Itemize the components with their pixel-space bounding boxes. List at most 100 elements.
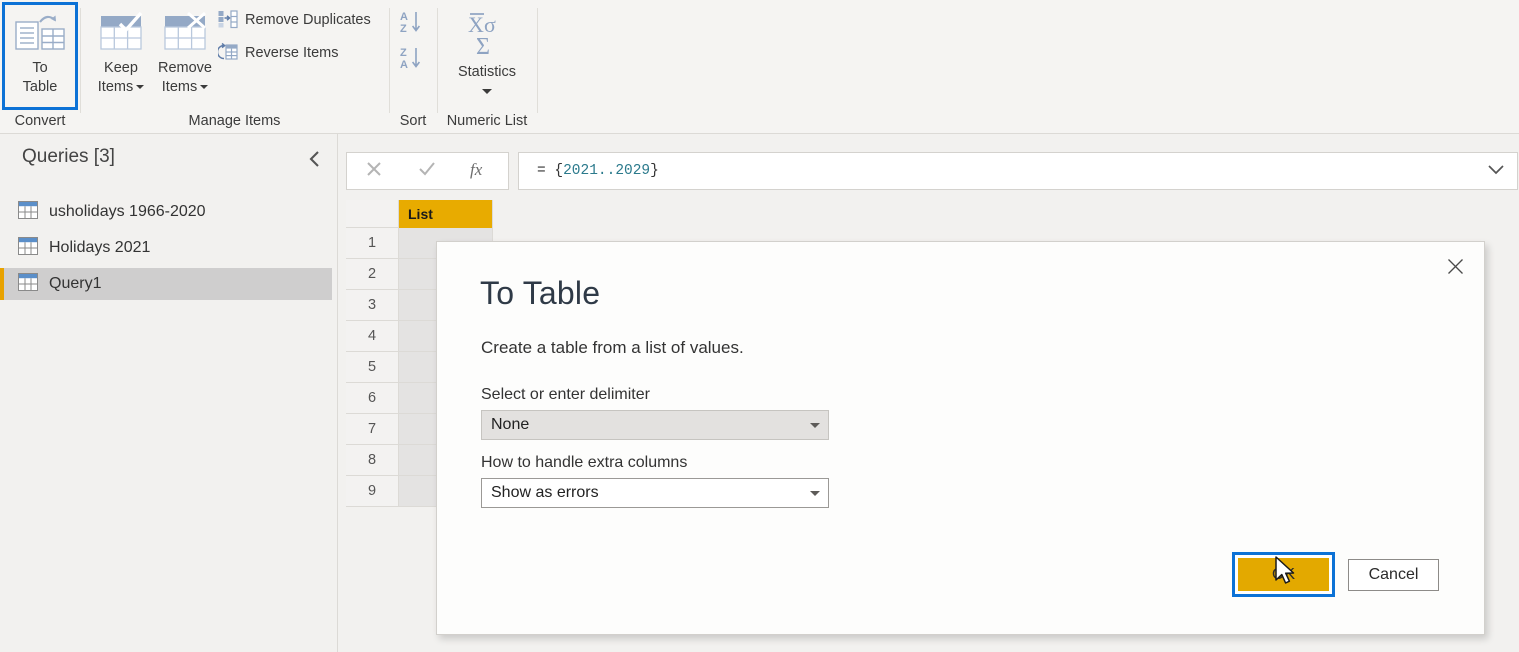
sort-descending-button[interactable]: Z A (395, 41, 431, 77)
keep-items-label-line2: Items (97, 79, 134, 95)
delimiter-label: Select or enter delimiter (481, 386, 650, 403)
row-number: 8 (346, 445, 399, 476)
collapse-panel-button[interactable] (302, 148, 328, 174)
ribbon-group-manage-items: Keep Items Remove Items Remove Duplicate… (80, 0, 389, 133)
row-number: 5 (346, 352, 399, 383)
extra-columns-select[interactable]: Show as errors (481, 478, 829, 508)
statistics-button[interactable]: X σ Σ Statistics (447, 4, 527, 108)
row-number: 7 (346, 414, 399, 445)
formula-bar-buttons: fx (346, 152, 509, 190)
dialog-subtitle: Create a table from a list of values. (481, 338, 744, 357)
to-table-button[interactable]: To Table (2, 2, 78, 110)
table-icon (18, 236, 38, 260)
remove-duplicates-button[interactable]: Remove Duplicates (214, 6, 375, 34)
chevron-down-icon (482, 89, 492, 94)
sidebar-item-query1[interactable]: Query1 (0, 268, 332, 300)
remove-duplicates-label: Remove Duplicates (245, 12, 371, 28)
to-table-icon (14, 12, 66, 57)
svg-text:A: A (400, 11, 408, 23)
extra-columns-label: How to handle extra columns (481, 454, 688, 471)
row-number: 9 (346, 476, 399, 507)
formula-expression: = {2021..2029} (537, 163, 659, 179)
chevron-down-icon (802, 479, 828, 507)
fx-icon: fx (469, 158, 493, 185)
grid-corner-cell (346, 200, 399, 228)
row-number: 1 (346, 228, 399, 259)
remove-items-label-line1: Remove (158, 60, 212, 76)
ribbon-group-numeric-list: X σ Σ Statistics Numeric List (437, 0, 537, 133)
chevron-down-icon (1487, 162, 1505, 181)
dialog-title: To Table (480, 275, 601, 311)
grid-header-row: List (346, 200, 493, 228)
ribbon-group-sort: A Z Z A Sort (389, 0, 437, 133)
reverse-items-label: Reverse Items (245, 45, 339, 61)
chevron-down-icon (200, 85, 209, 89)
ribbon-group-label-convert: Convert (14, 113, 66, 129)
ribbon-separator (80, 8, 81, 113)
sort-ascending-a-to-z-icon: A Z (398, 8, 428, 39)
remove-items-button[interactable]: Remove Items (152, 4, 218, 108)
formula-accept-button[interactable] (405, 153, 449, 189)
sidebar-item-label: Query1 (49, 275, 102, 292)
keep-items-icon (98, 11, 144, 57)
reverse-items-button[interactable]: Reverse Items (214, 39, 342, 67)
svg-text:Z: Z (400, 23, 407, 35)
ribbon-separator (537, 8, 538, 113)
statistics-label: Statistics (457, 64, 516, 80)
remove-items-label-line2: Items (161, 79, 198, 95)
extra-columns-selected-value: Show as errors (491, 484, 599, 501)
row-number: 2 (346, 259, 399, 290)
sidebar-item-usholidays-1966-2020[interactable]: usholidays 1966-2020 (0, 196, 332, 228)
grid-column-header-list[interactable]: List (399, 200, 493, 228)
cancel-x-icon (364, 159, 384, 184)
formula-range: 2021..2029 (563, 163, 651, 179)
formula-expand-button[interactable] (1479, 153, 1513, 189)
ribbon-group-label-manage-items: Manage Items (188, 113, 281, 129)
sort-ascending-button[interactable]: A Z (395, 5, 431, 41)
queries-panel-header: Queries [3] (0, 134, 338, 186)
queries-panel: Queries [3] usholidays 1966-2020 Holiday… (0, 134, 338, 652)
ribbon-group-convert: To Table Convert (0, 0, 80, 133)
ok-button[interactable]: OK (1238, 558, 1329, 591)
sidebar-item-label: Holidays 2021 (49, 239, 151, 256)
delimiter-selected-value: None (491, 416, 530, 433)
dialog-close-button[interactable] (1440, 254, 1470, 284)
statistics-sigma-icon: X σ Σ (456, 8, 518, 61)
power-query-window: To Table Convert Keep Items Remove Items… (0, 0, 1519, 652)
ribbon-separator (437, 8, 438, 113)
chevron-left-icon (307, 150, 323, 173)
remove-duplicates-icon (218, 9, 238, 32)
formula-prefix: = (537, 163, 555, 179)
formula-brace-close: } (650, 163, 659, 179)
reverse-items-icon (216, 42, 238, 65)
accept-check-icon (417, 159, 437, 184)
chevron-down-icon (136, 85, 145, 89)
sidebar-item-holidays-2021[interactable]: Holidays 2021 (0, 232, 332, 264)
formula-brace-open: { (554, 163, 564, 179)
table-icon (18, 272, 38, 296)
cancel-button[interactable]: Cancel (1348, 559, 1439, 591)
chevron-down-icon (802, 411, 828, 439)
svg-text:Σ: Σ (476, 34, 490, 58)
to-table-label-line2: Table (22, 79, 58, 95)
fx-insert-button[interactable]: fx (459, 153, 503, 189)
ok-button-focus-ring: OK (1232, 552, 1335, 597)
ribbon-group-label-numeric-list: Numeric List (446, 113, 528, 129)
to-table-label-line1: To (32, 60, 48, 76)
ribbon-toolbar: To Table Convert Keep Items Remove Items… (0, 0, 1519, 134)
row-number: 4 (346, 321, 399, 352)
svg-text:Z: Z (400, 47, 407, 59)
sidebar-item-label: usholidays 1966-2020 (49, 203, 206, 220)
formula-input[interactable]: = {2021..2029} (518, 152, 1518, 190)
keep-items-label-line1: Keep (104, 60, 138, 76)
queries-panel-title: Queries [3] (22, 146, 115, 167)
row-number: 6 (346, 383, 399, 414)
keep-items-button[interactable]: Keep Items (88, 4, 154, 108)
delimiter-select[interactable]: None (481, 410, 829, 440)
table-icon (18, 200, 38, 224)
ribbon-group-label-sort: Sort (399, 113, 427, 129)
formula-cancel-button[interactable] (352, 153, 396, 189)
svg-text:A: A (400, 59, 408, 71)
svg-text:fx: fx (470, 160, 483, 179)
close-icon (1447, 258, 1464, 280)
